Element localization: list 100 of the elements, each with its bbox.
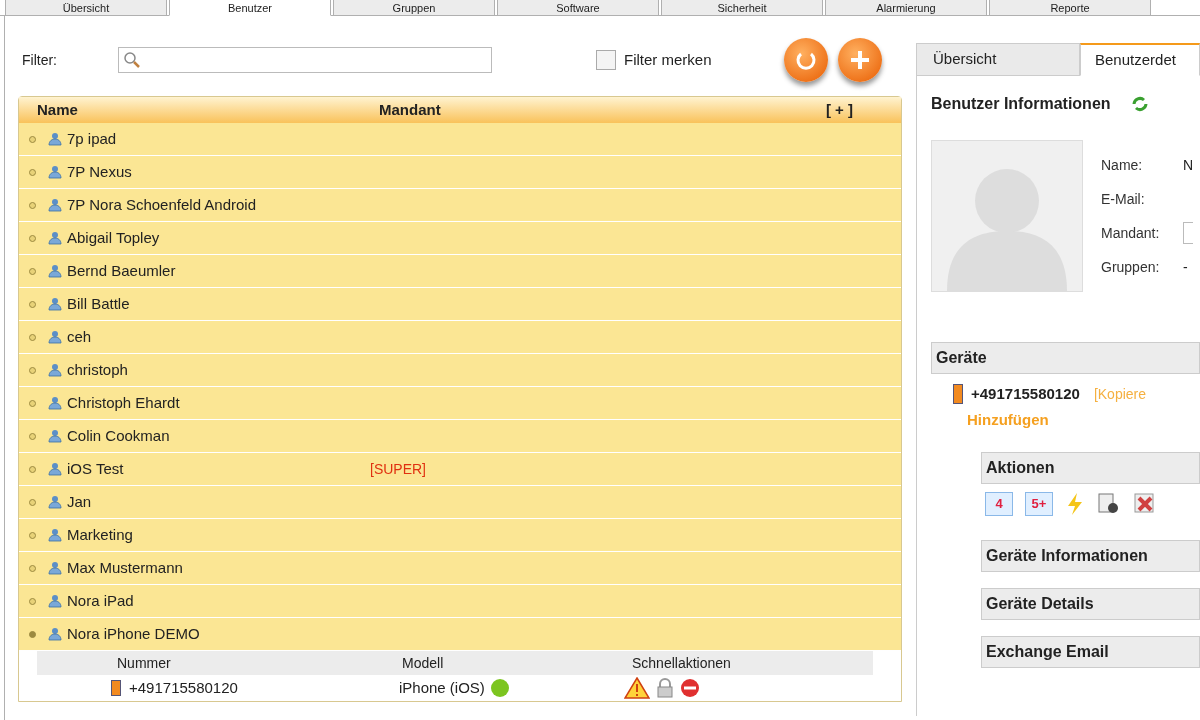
user-name: iOS Test (67, 458, 125, 479)
user-icon (48, 198, 62, 212)
bullet-icon (29, 135, 36, 143)
user-row[interactable]: christoph (19, 354, 901, 387)
main-tab[interactable]: Reporte (989, 0, 1151, 16)
devices-header: Geräte (931, 342, 1200, 374)
user-row[interactable]: Bill Battle (19, 288, 901, 321)
user-icon (48, 132, 62, 146)
user-name: Jan (67, 491, 93, 512)
delete-icon[interactable] (1133, 492, 1157, 516)
user-row[interactable]: Nora iPad (19, 585, 901, 618)
bullet-icon (29, 597, 36, 605)
collapsible-section-header[interactable]: Exchange Email (981, 636, 1200, 668)
device-number: +491715580120 (129, 677, 239, 698)
user-name: Marketing (67, 524, 134, 545)
actions-header: Aktionen (981, 452, 1200, 484)
refresh-button[interactable] (783, 38, 828, 82)
user-icon (48, 396, 62, 410)
filter-label: Filter: (21, 50, 58, 70)
bullet-icon (29, 201, 36, 209)
detail-tab[interactable]: Übersicht (916, 43, 1080, 76)
user-row[interactable]: 7P Nora Schoenfeld Android (19, 189, 901, 222)
column-header[interactable]: Name (37, 98, 379, 122)
main-tab[interactable]: Software (497, 0, 659, 16)
bullet-icon (29, 531, 36, 539)
user-icon (48, 627, 62, 641)
user-row[interactable]: ceh (19, 321, 901, 354)
column-header: Modell (402, 653, 445, 673)
bullet-icon (29, 168, 36, 176)
user-row[interactable]: Colin Cookman (19, 420, 901, 453)
user-row[interactable]: 7p ipad (19, 123, 901, 156)
user-name: 7p ipad (67, 128, 118, 149)
field-value: - (1183, 257, 1188, 277)
user-row[interactable]: Abigail Topley (19, 222, 901, 255)
checkbox-label: Filter merken (624, 49, 712, 70)
user-row[interactable]: Max Mustermann (19, 552, 901, 585)
message-action-button[interactable]: 5+ (1025, 492, 1053, 516)
field-value: N (1183, 155, 1194, 175)
user-icon (48, 330, 62, 344)
user-icon (48, 528, 62, 542)
bullet-icon (29, 234, 36, 242)
phone-icon (953, 384, 963, 404)
warning-icon[interactable] (623, 677, 650, 699)
main-tab[interactable]: Benutzer (169, 0, 331, 16)
main-tab[interactable]: Alarmierung (825, 0, 987, 16)
no-entry-icon[interactable] (679, 678, 700, 698)
user-name: 7P Nora Schoenfeld Android (67, 194, 258, 215)
bullet-icon (29, 333, 36, 341)
user-name: Nora iPad (67, 590, 135, 611)
bullet-icon (29, 630, 36, 638)
column-header: Schnellaktionen (632, 653, 731, 673)
mandant-field[interactable] (1183, 222, 1193, 244)
user-icon (48, 165, 62, 179)
user-name: Max Mustermann (67, 557, 184, 578)
bullet-icon (29, 300, 36, 308)
user-name: Christoph Ehardt (67, 392, 181, 413)
user-row[interactable]: Jan (19, 486, 901, 519)
user-icon (48, 363, 62, 377)
user-row[interactable]: Marketing (19, 519, 901, 552)
device-number[interactable]: +491715580120 (971, 382, 1080, 406)
lock-icon[interactable] (655, 678, 674, 698)
bullet-icon (29, 399, 36, 407)
field-label: E-Mail: (1101, 189, 1146, 209)
bullet-icon (29, 366, 36, 374)
device-model: iPhone (iOS) (399, 677, 485, 698)
lightning-icon[interactable] (1065, 492, 1085, 516)
search-icon (123, 51, 141, 69)
bullet-icon (29, 432, 36, 440)
filter-field[interactable] (118, 47, 492, 73)
field-label: Name: (1101, 155, 1144, 175)
user-icon (48, 495, 62, 509)
main-tab[interactable]: Übersicht (5, 0, 167, 16)
user-icon (48, 462, 62, 476)
user-name: Nora iPhone DEMO (67, 623, 201, 644)
collapsible-section-header[interactable]: Geräte Details (981, 588, 1200, 620)
checkbox[interactable] (596, 50, 616, 70)
collapsible-section-header[interactable]: Geräte Informationen (981, 540, 1200, 572)
checklist-icon[interactable] (1097, 492, 1121, 516)
detail-tab[interactable]: Benutzerdet (1080, 43, 1200, 76)
user-name: Abigail Topley (67, 227, 161, 248)
bullet-icon (29, 465, 36, 473)
user-row[interactable]: Christoph Ehardt (19, 387, 901, 420)
expand-all-link[interactable]: [ + ] (825, 98, 853, 122)
user-icon (48, 429, 62, 443)
section-title: Benutzer Informationen (931, 94, 1111, 114)
column-header[interactable]: Mandant (379, 98, 826, 122)
user-row[interactable]: Bernd Baeumler (19, 255, 901, 288)
message-action-button[interactable]: 4 (985, 492, 1013, 516)
add-button[interactable] (837, 38, 882, 82)
main-tab[interactable]: Sicherheit (661, 0, 823, 16)
bullet-icon (29, 498, 36, 506)
user-row[interactable]: Nora iPhone DEMO (19, 618, 901, 651)
user-row[interactable]: 7P Nexus (19, 156, 901, 189)
recycle-icon[interactable] (1130, 94, 1149, 114)
phone-icon (111, 680, 121, 696)
user-icon (48, 594, 62, 608)
main-tab[interactable]: Gruppen (333, 0, 495, 16)
user-row[interactable]: iOS Test [SUPER] (19, 453, 901, 486)
user-icon (48, 561, 62, 575)
user-name: Colin Cookman (67, 425, 171, 446)
